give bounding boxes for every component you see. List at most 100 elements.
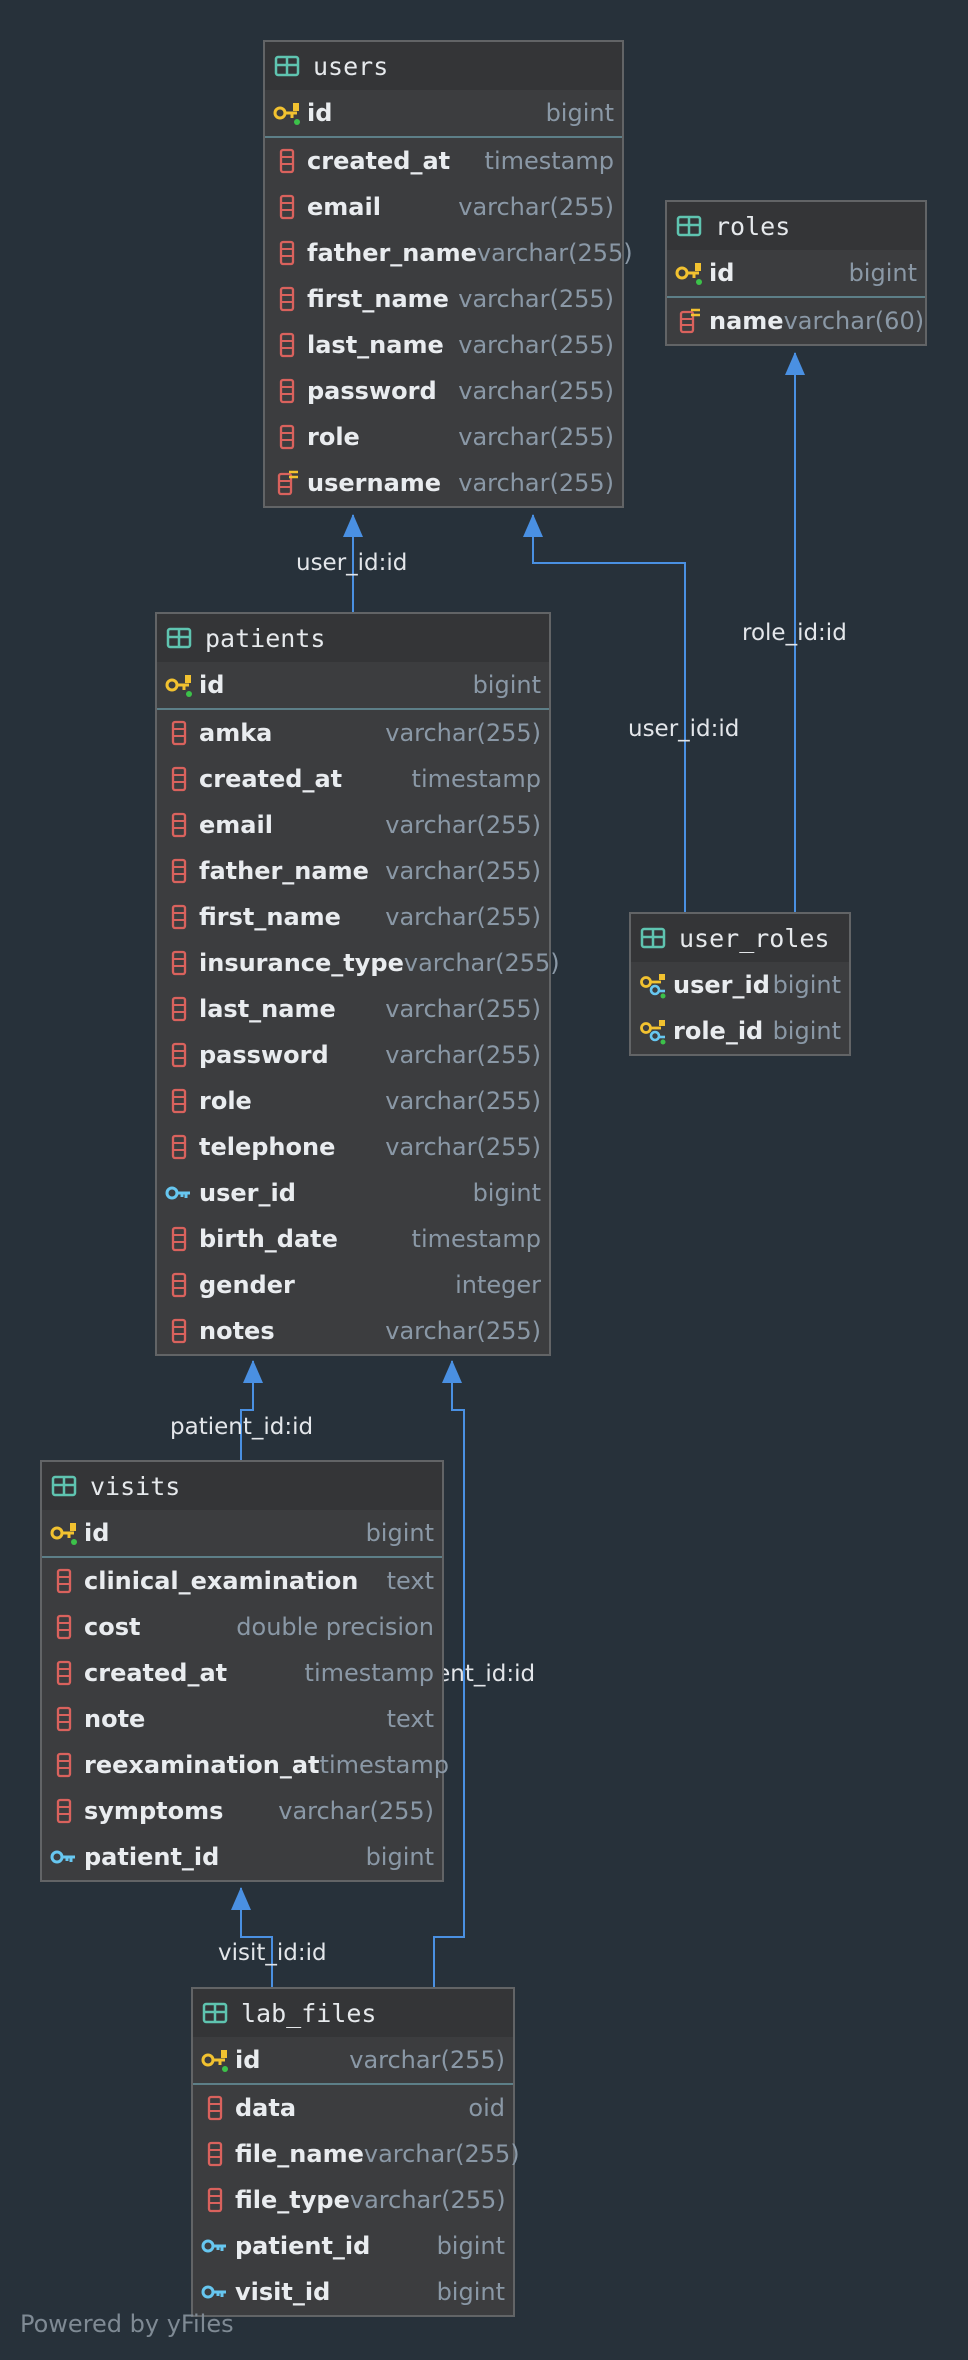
column-row[interactable]: insurance_type varchar(255) — [157, 940, 560, 986]
column-type: varchar(255) — [458, 377, 614, 405]
column-row[interactable]: reexamination_at timestamp — [42, 1742, 449, 1788]
column-row[interactable]: role_id bigint — [631, 1008, 849, 1054]
column-icon — [165, 765, 193, 793]
column-row[interactable]: father_name varchar(255) — [157, 848, 549, 894]
table-lab_files[interactable]: lab_files id varchar(255) data oid file_name v… — [191, 1987, 520, 2317]
column-row[interactable]: role varchar(255) — [157, 1078, 549, 1124]
table-roles[interactable]: roles id bigint name varchar(60) — [665, 200, 927, 346]
column-icon — [201, 2186, 229, 2214]
column-row[interactable]: telephone varchar(255) — [157, 1124, 549, 1170]
column-row[interactable]: user_id bigint — [631, 962, 849, 1008]
column-row[interactable]: email varchar(255) — [265, 184, 622, 230]
column-row[interactable]: patient_id bigint — [193, 2223, 513, 2269]
column-name: first_name — [307, 285, 449, 313]
primary-key-row[interactable]: id bigint — [157, 662, 549, 710]
column-row[interactable]: first_name varchar(255) — [265, 276, 622, 322]
column-row[interactable]: data oid — [193, 2085, 513, 2131]
column-type: varchar(255) — [476, 239, 633, 267]
column-row[interactable]: cost double precision — [42, 1604, 442, 1650]
primary-key-icon — [50, 1519, 78, 1547]
column-name: last_name — [307, 331, 444, 359]
column-type: bigint — [545, 99, 614, 127]
column-row[interactable]: created_at timestamp — [265, 138, 622, 184]
column-type: varchar(255) — [385, 719, 541, 747]
column-type: bigint — [436, 2232, 505, 2260]
column-icon — [273, 193, 301, 221]
edge-user_roles-users[interactable] — [532, 515, 686, 912]
column-name: patient_id — [84, 1843, 220, 1871]
column-name: father_name — [307, 239, 477, 267]
column-icon — [165, 949, 193, 977]
table-header[interactable]: patients — [157, 614, 549, 662]
column-row[interactable]: last_name varchar(255) — [157, 986, 549, 1032]
column-type: bigint — [436, 2278, 505, 2306]
column-icon — [201, 2094, 229, 2122]
column-name: notes — [199, 1317, 275, 1345]
primary-key-row[interactable]: id bigint — [667, 250, 925, 298]
column-name: user_id — [673, 971, 770, 999]
column-row[interactable]: patient_id bigint — [42, 1834, 442, 1880]
table-header[interactable]: user_roles — [631, 914, 849, 962]
column-type: double precision — [236, 1613, 434, 1641]
table-header[interactable]: lab_files — [193, 1989, 513, 2037]
table-icon — [273, 52, 301, 80]
column-row[interactable]: gender integer — [157, 1262, 549, 1308]
column-name: symptoms — [84, 1797, 224, 1825]
primary-key-row[interactable]: id bigint — [265, 90, 622, 138]
column-row[interactable]: password varchar(255) — [265, 368, 622, 414]
column-row[interactable]: name varchar(60) — [667, 298, 925, 344]
table-patients[interactable]: patients id bigint amka varchar(255) created_… — [155, 612, 560, 1356]
footer-credit: Powered by yFiles — [20, 2310, 234, 2338]
column-type: varchar(255) — [458, 193, 614, 221]
column-row[interactable]: file_type varchar(255) — [193, 2177, 513, 2223]
column-icon — [165, 1317, 193, 1345]
primary-key-row[interactable]: id varchar(255) — [193, 2037, 513, 2085]
table-icon — [50, 1472, 78, 1500]
column-row[interactable]: user_id bigint — [157, 1170, 549, 1216]
column-row[interactable]: last_name varchar(255) — [265, 322, 622, 368]
table-header[interactable]: visits — [42, 1462, 442, 1510]
table-header[interactable]: users — [265, 42, 622, 90]
column-row[interactable]: symptoms varchar(255) — [42, 1788, 442, 1834]
table-user_roles[interactable]: user_roles user_id bigint role_id bigint — [629, 912, 851, 1056]
table-users[interactable]: users id bigint created_at timestamp email var… — [263, 40, 633, 508]
column-row[interactable]: clinical_examination text — [42, 1558, 442, 1604]
column-name: telephone — [199, 1133, 336, 1161]
column-row[interactable]: visit_id bigint — [193, 2269, 513, 2315]
column-icon — [50, 1705, 78, 1733]
table-visits[interactable]: visits id bigint clinical_examination text co… — [40, 1460, 449, 1882]
column-name: first_name — [199, 903, 341, 931]
column-row[interactable]: email varchar(255) — [157, 802, 549, 848]
column-icon — [165, 811, 193, 839]
column-name: email — [199, 811, 273, 839]
column-icon — [165, 1133, 193, 1161]
column-row[interactable]: password varchar(255) — [157, 1032, 549, 1078]
column-row[interactable]: notes varchar(255) — [157, 1308, 549, 1354]
column-row[interactable]: first_name varchar(255) — [157, 894, 549, 940]
column-row[interactable]: file_name varchar(255) — [193, 2131, 520, 2177]
column-type: varchar(255) — [385, 857, 541, 885]
table-header[interactable]: roles — [667, 202, 925, 250]
column-row[interactable]: father_name varchar(255) — [265, 230, 633, 276]
column-name: gender — [199, 1271, 295, 1299]
column-icon — [50, 1659, 78, 1687]
column-icon — [165, 719, 193, 747]
column-icon — [50, 1751, 78, 1779]
column-row[interactable]: amka varchar(255) — [157, 710, 549, 756]
column-name: name — [709, 307, 784, 335]
column-name: role — [307, 423, 360, 451]
edge-label-user_roles-users: user_id:id — [628, 716, 739, 742]
column-type: timestamp — [484, 147, 614, 175]
column-row[interactable]: created_at timestamp — [42, 1650, 442, 1696]
primary-key-row[interactable]: id bigint — [42, 1510, 442, 1558]
column-type: text — [386, 1567, 434, 1595]
column-type: bigint — [772, 1017, 841, 1045]
column-name: id — [84, 1519, 110, 1547]
column-row[interactable]: role varchar(255) — [265, 414, 622, 460]
column-row[interactable]: birth_date timestamp — [157, 1216, 549, 1262]
column-row[interactable]: note text — [42, 1696, 442, 1742]
arrow-head — [343, 514, 363, 537]
column-row[interactable]: username varchar(255) — [265, 460, 622, 506]
unique-column-icon — [675, 307, 703, 335]
column-row[interactable]: created_at timestamp — [157, 756, 549, 802]
